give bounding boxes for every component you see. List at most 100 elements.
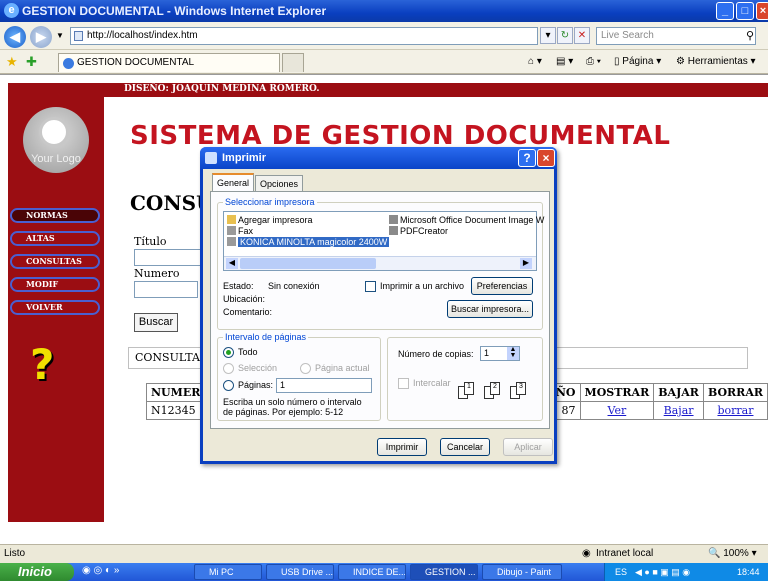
close-window-button[interactable]: × [756, 2, 768, 20]
refresh-icon[interactable]: ↻ [557, 27, 573, 44]
search-input[interactable]: Live Search [596, 27, 756, 45]
herramientas-menu[interactable]: ⚙ Herramientas ▾ [676, 56, 756, 67]
scroll-thumb[interactable] [240, 258, 376, 269]
help-question-icon[interactable]: ? [30, 340, 54, 389]
menu-normas[interactable]: NORMAS [10, 208, 100, 223]
buscar-button[interactable]: Buscar [134, 313, 178, 332]
tab-label: GESTION DOCUMENTAL [77, 57, 195, 68]
task-indice[interactable]: INDICE DE... [338, 564, 406, 580]
select-printer-legend: Seleccionar impresora [223, 197, 317, 207]
language-indicator[interactable]: ES [615, 563, 627, 581]
preferencias-button[interactable]: Preferencias [471, 277, 533, 295]
tab-general[interactable]: General [212, 173, 255, 192]
imprimir-button[interactable]: Imprimir [377, 438, 427, 456]
print-to-file-label: Imprimir a un archivo [380, 281, 465, 291]
paginas-label: Páginas: [238, 380, 274, 390]
todo-radio[interactable] [223, 347, 234, 358]
printer-list-scrollbar[interactable]: ◀ ▶ [224, 256, 536, 270]
tab-opciones[interactable]: Opciones [255, 175, 304, 192]
dialog-title: Imprimir [222, 152, 267, 164]
start-label: Inicio [18, 564, 52, 579]
intercalar-checkbox[interactable] [398, 378, 409, 389]
home-icon[interactable]: ⌂ ▾ [528, 56, 542, 67]
header-mostrar: MOSTRAR [579, 383, 655, 402]
print-icon[interactable]: ⎙ ▾ [586, 56, 601, 67]
paginas-input[interactable]: 1 [276, 378, 372, 393]
bajar-link[interactable]: Bajar [664, 404, 694, 417]
buscar-impresora-button[interactable]: Buscar impresora... [447, 300, 533, 318]
printer-item[interactable]: PDFCreator [400, 226, 448, 236]
estado-label: Estado: [223, 281, 254, 291]
new-tab-button[interactable] [282, 53, 304, 72]
tab-gestion-documental[interactable]: GESTION DOCUMENTAL [58, 53, 280, 72]
menu-volver[interactable]: VOLVER [10, 300, 100, 315]
scroll-left-icon[interactable]: ◀ [226, 258, 238, 269]
back-button[interactable]: ◀ [4, 26, 26, 48]
todo-label: Todo [238, 347, 258, 357]
copies-group: Número de copias: 1 ▲ ▼ Intercalar 1 2 3 [387, 337, 543, 421]
cancelar-button[interactable]: Cancelar [440, 438, 490, 456]
menu-altas[interactable]: ALTAS [10, 231, 100, 246]
window-title-bar: e GESTION DOCUMENTAL - Windows Internet … [0, 0, 768, 22]
pagina-actual-radio[interactable] [300, 363, 311, 374]
print-to-file-checkbox[interactable] [365, 281, 376, 292]
dialog-help-button[interactable]: ? [518, 149, 536, 167]
zoom-control[interactable]: 🔍 100% ▾ [708, 548, 757, 559]
intercalar-label: Intercalar [413, 378, 451, 388]
start-button[interactable]: Inicio [0, 563, 74, 581]
task-mi-pc[interactable]: Mi PC [194, 564, 262, 580]
url-field[interactable]: http://localhost/index.htm [70, 27, 538, 45]
status-bar: Listo ◉ Intranet local 🔍 100% ▾ [0, 544, 768, 563]
tray-icons[interactable]: ◀ ● ■ ▣ ▤ ◉ [635, 563, 690, 581]
aplicar-button[interactable]: Aplicar [503, 438, 553, 456]
logo: Your Logo [23, 107, 89, 173]
search-icon[interactable]: ⚲ [746, 29, 754, 42]
printer-icon [389, 226, 398, 235]
status-text: Listo [4, 548, 26, 559]
quick-launch-icons[interactable]: ◉ ◎ ◐ » [82, 565, 119, 576]
copias-input[interactable]: 1 ▲ ▼ [480, 346, 520, 361]
zone-icon: ◉ [582, 548, 591, 559]
feeds-icon[interactable]: ▤ ▾ [556, 56, 573, 67]
printer-item-selected[interactable]: KONICA MINOLTA magicolor 2400W [238, 237, 390, 247]
menu-consultas[interactable]: CONSULTAS [10, 254, 100, 269]
zoom-value: 100% [723, 548, 749, 559]
taskbar: Inicio ◉ ◎ ◐ » Mi PC USB Drive ... INDIC… [0, 563, 768, 581]
printer-item[interactable]: Fax [238, 226, 253, 236]
results-label: CONSULTA [135, 351, 200, 364]
maximize-button[interactable]: □ [736, 2, 754, 20]
scroll-right-icon[interactable]: ▶ [520, 258, 532, 269]
url-text: http://localhost/index.htm [87, 30, 198, 41]
paginas-radio[interactable] [223, 380, 234, 391]
printer-item[interactable]: Microsoft Office Document Image W [400, 215, 544, 225]
task-paint[interactable]: Dibujo - Paint [482, 564, 562, 580]
task-gestion[interactable]: GESTION ... [410, 564, 478, 580]
task-usb-drive[interactable]: USB Drive ... [266, 564, 334, 580]
ubicacion-label: Ubicación: [223, 294, 266, 304]
address-bar: ◀ ▶ ▼ http://localhost/index.htm ▾ ↻ ✕ L… [0, 22, 768, 50]
printer-icon [227, 215, 236, 224]
header-borrar: BORRAR [702, 383, 768, 402]
pagina-menu[interactable]: ▯ Página ▾ [614, 56, 661, 67]
tab-favicon [63, 58, 74, 69]
printer-item[interactable]: Agregar impresora [238, 215, 313, 225]
borrar-link[interactable]: borrar [717, 404, 753, 417]
dialog-close-button[interactable]: × [537, 149, 555, 167]
url-dropdown-icon[interactable]: ▾ [540, 27, 556, 44]
ver-link[interactable]: Ver [608, 404, 627, 417]
forward-button[interactable]: ▶ [30, 26, 52, 48]
printer-icon [389, 215, 398, 224]
add-favorites-icon[interactable]: ✚ [26, 54, 37, 70]
menu-modif[interactable]: MODIF [10, 277, 100, 292]
page-icon [74, 31, 83, 41]
zone-text: Intranet local [596, 548, 654, 559]
numero-input[interactable] [134, 281, 198, 298]
minimize-button[interactable]: _ [716, 2, 734, 20]
stop-icon[interactable]: ✕ [574, 27, 590, 44]
copies-spinner-icon[interactable]: ▲ ▼ [507, 346, 519, 360]
design-credit: DISEÑO: JOAQUIN MEDINA ROMERO. [124, 84, 320, 94]
copias-label: Número de copias: [398, 349, 474, 359]
favorites-star-icon[interactable]: ★ [6, 54, 18, 70]
seleccion-radio[interactable] [223, 363, 234, 374]
history-dropdown-icon[interactable]: ▼ [56, 31, 64, 40]
